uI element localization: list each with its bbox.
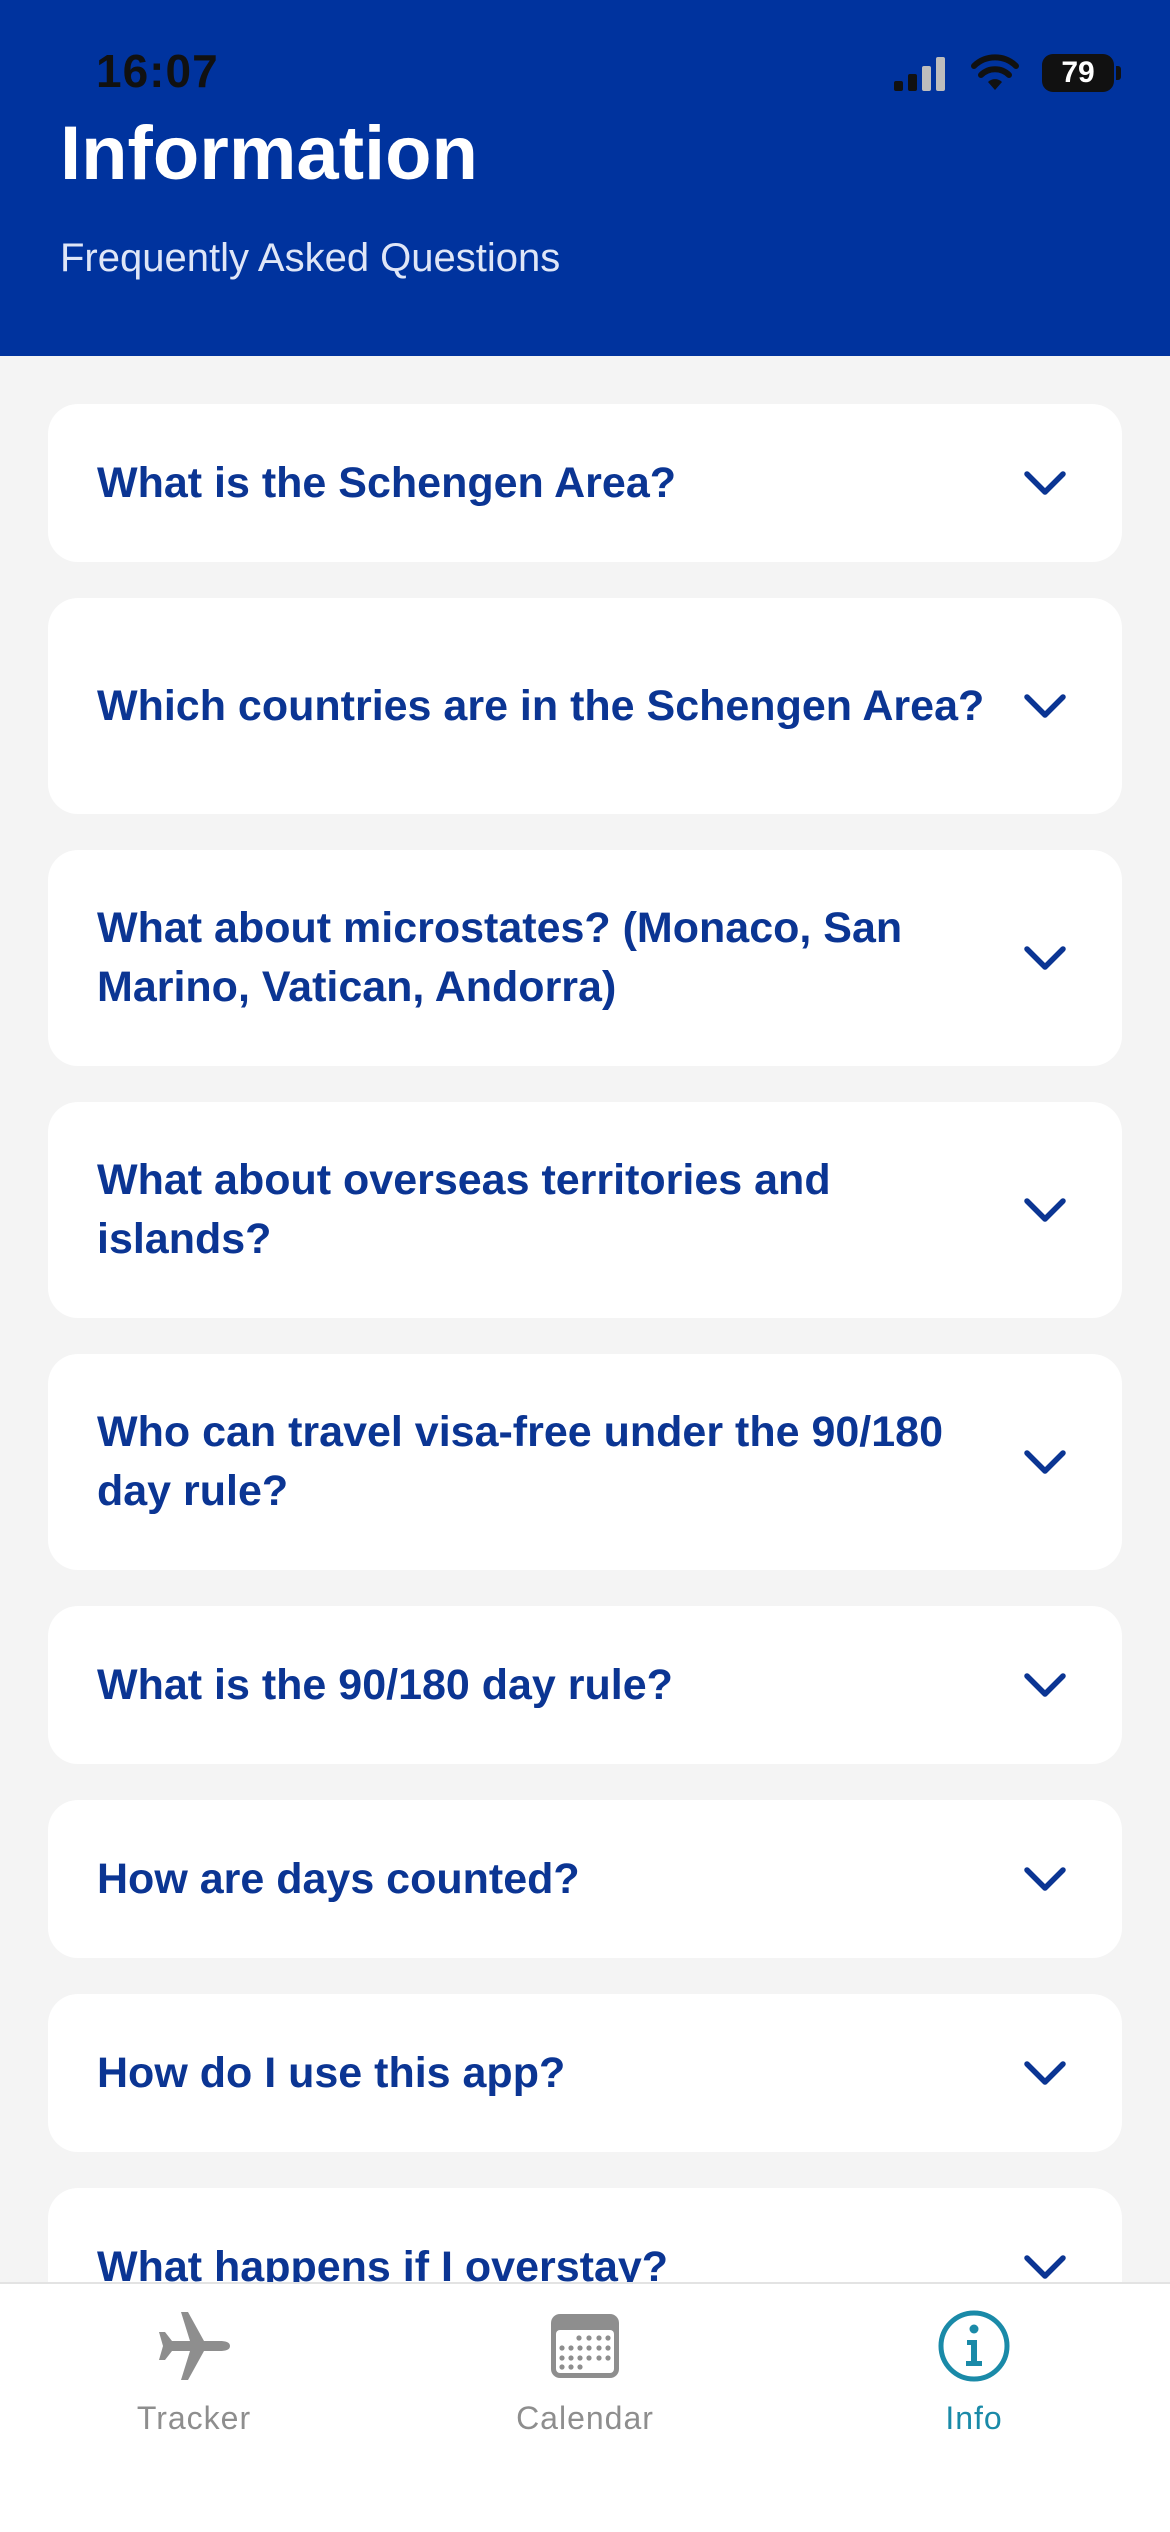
faq-item-schengen-countries[interactable]: Which countries are in the Schengen Area… <box>48 598 1122 814</box>
faq-question: Who can travel visa-free under the 90/18… <box>97 1408 943 1515</box>
faq-item-use-app[interactable]: How do I use this app? <box>48 1994 1122 2152</box>
tab-label: Info <box>945 2400 1003 2436</box>
chevron-down-icon[interactable] <box>1022 1195 1068 1225</box>
chevron-down-icon[interactable] <box>1022 1864 1068 1894</box>
faq-item-day-rule[interactable]: What is the 90/180 day rule? <box>48 1606 1122 1764</box>
faq-item-schengen-area[interactable]: What is the Schengen Area? <box>48 404 1122 562</box>
faq-question: What about microstates? (Monaco, San Mar… <box>97 904 903 1011</box>
chevron-down-icon[interactable] <box>1022 943 1068 973</box>
page-subtitle: Frequently Asked Questions <box>60 236 561 280</box>
faq-question: What is the 90/180 day rule? <box>97 1660 673 1709</box>
status-time: 16:07 <box>96 45 219 97</box>
tab-label: Calendar <box>516 2400 654 2436</box>
page-title: Information <box>60 111 478 196</box>
header: 16:07 79 Information Frequently Asked Qu… <box>0 0 1170 356</box>
faq-item-overseas-territories[interactable]: What about overseas territories and isla… <box>48 1102 1122 1318</box>
wifi-icon <box>971 54 1019 90</box>
faq-question: What about overseas territories and isla… <box>97 1156 831 1263</box>
chevron-down-icon[interactable] <box>1022 691 1068 721</box>
chevron-down-icon[interactable] <box>1022 1447 1068 1477</box>
info-icon <box>938 2310 1010 2382</box>
chevron-down-icon[interactable] <box>1022 2252 1068 2282</box>
faq-item-visa-free-travel[interactable]: Who can travel visa-free under the 90/18… <box>48 1354 1122 1570</box>
calendar-icon <box>551 2314 619 2378</box>
tab-bar: Tracker Calendar Info <box>0 2282 1170 2532</box>
faq-question: What is the Schengen Area? <box>97 458 677 507</box>
faq-question: How do I use this app? <box>97 2048 566 2097</box>
tab-tracker[interactable]: Tracker <box>64 2306 324 2456</box>
chevron-down-icon[interactable] <box>1022 2058 1068 2088</box>
tab-label: Tracker <box>136 2400 252 2436</box>
faq-list: What is the Schengen Area? Which countri… <box>48 404 1122 2382</box>
airplane-icon <box>159 2312 230 2380</box>
chevron-down-icon[interactable] <box>1022 468 1068 498</box>
faq-item-days-counted[interactable]: How are days counted? <box>48 1800 1122 1958</box>
battery-level: 79 <box>1061 56 1095 89</box>
cellular-signal-icon <box>894 57 945 91</box>
tab-calendar[interactable]: Calendar <box>455 2306 715 2456</box>
faq-question: How are days counted? <box>97 1854 580 1903</box>
battery-icon: 79 <box>1042 54 1121 92</box>
chevron-down-icon[interactable] <box>1022 1670 1068 1700</box>
faq-item-microstates[interactable]: What about microstates? (Monaco, San Mar… <box>48 850 1122 1066</box>
status-icons: 79 <box>894 50 1121 96</box>
faq-question: Which countries are in the Schengen Area… <box>97 681 985 730</box>
tab-info[interactable]: Info <box>844 2306 1104 2456</box>
